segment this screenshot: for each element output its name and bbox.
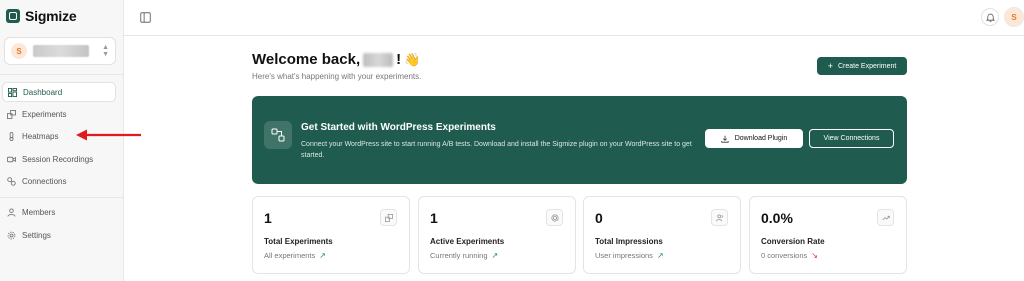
sidebar-item-label: Heatmaps xyxy=(22,131,59,141)
sidebar-item-settings[interactable]: Settings xyxy=(2,225,116,245)
user-avatar[interactable]: S xyxy=(1004,7,1024,27)
divider xyxy=(0,197,124,198)
stat-subtext-label: 0 conversions xyxy=(761,251,808,260)
stat-value: 1 xyxy=(264,210,272,226)
target-icon xyxy=(546,209,563,226)
page-title: Welcome back, ! 👋 xyxy=(252,51,420,68)
stat-label: Total Impressions xyxy=(595,237,663,246)
sidebar-item-label: Session Recordings xyxy=(22,154,94,164)
download-plugin-label: Download Plugin xyxy=(734,135,788,142)
panel-toggle-icon xyxy=(139,11,151,23)
welcome-text: Welcome back, xyxy=(252,51,361,68)
stat-card-total-experiments: 1 Total Experiments All experiments ↗ xyxy=(252,196,410,274)
bell-icon xyxy=(985,13,995,22)
divider xyxy=(0,74,124,75)
dashboard-icon xyxy=(8,87,17,97)
workspace-name-redacted xyxy=(33,45,89,57)
link-icon xyxy=(7,176,16,186)
wordpress-onboarding-banner: Get Started with WordPress Experiments C… xyxy=(252,96,907,184)
video-icon xyxy=(7,155,16,164)
stat-card-total-impressions: 0 Total Impressions User impressions ↗ xyxy=(583,196,741,274)
sidebar-item-label: Connections xyxy=(22,176,67,186)
stat-value: 1 xyxy=(430,210,438,226)
sigmize-logo-icon xyxy=(6,9,20,23)
experiments-icon xyxy=(7,109,16,119)
topbar: S xyxy=(124,0,1024,36)
sidebar-item-session-recordings[interactable]: Session Recordings xyxy=(2,149,116,169)
trend-up-icon: ↗ xyxy=(491,251,499,260)
create-experiment-button[interactable]: + Create Experiment xyxy=(817,57,907,75)
app: Sigmize S ▲ ▼ Dashboard Experiments Heatm… xyxy=(0,0,1024,281)
stat-subtext: 0 conversions ↘ xyxy=(761,251,818,260)
brand-name: Sigmize xyxy=(25,8,77,24)
stat-label: Conversion Rate xyxy=(761,237,825,246)
stat-value: 0 xyxy=(595,210,603,226)
annotation-arrow-icon xyxy=(76,129,141,141)
user-name-redacted xyxy=(363,52,394,67)
trending-icon xyxy=(877,209,894,226)
stat-label: Total Experiments xyxy=(264,237,333,246)
stat-label: Active Experiments xyxy=(430,237,505,246)
integration-icon xyxy=(264,121,292,149)
stat-card-conversion-rate: 0.0% Conversion Rate 0 conversions ↘ xyxy=(749,196,907,274)
sidebar-item-label: Dashboard xyxy=(23,87,63,97)
download-plugin-button[interactable]: Download Plugin xyxy=(705,129,803,148)
sidebar-item-label: Settings xyxy=(22,230,51,240)
experiments-icon xyxy=(380,209,397,226)
stat-subtext: Currently running ↗ xyxy=(430,251,498,260)
stat-subtext: User impressions ↗ xyxy=(595,251,664,260)
welcome-exclaim: ! xyxy=(396,51,402,68)
sidebar-item-connections[interactable]: Connections xyxy=(2,171,116,191)
sidebar-toggle-button[interactable] xyxy=(138,10,152,24)
download-icon xyxy=(721,135,729,143)
users-icon xyxy=(711,209,728,226)
create-experiment-label: Create Experiment xyxy=(837,62,897,70)
users-icon xyxy=(7,207,16,217)
thermometer-icon xyxy=(7,131,16,141)
stat-subtext-label: Currently running xyxy=(430,251,488,260)
trend-down-icon: ↘ xyxy=(811,251,818,260)
workspace-avatar: S xyxy=(11,43,27,59)
sidebar-item-experiments[interactable]: Experiments xyxy=(2,104,116,124)
view-connections-button[interactable]: View Connections xyxy=(809,129,894,148)
brand[interactable]: Sigmize xyxy=(6,8,77,24)
sidebar-item-label: Members xyxy=(22,207,56,217)
notifications-button[interactable] xyxy=(981,8,999,26)
trend-up-icon: ↗ xyxy=(656,251,664,260)
plus-icon: + xyxy=(827,60,833,71)
banner-title: Get Started with WordPress Experiments xyxy=(301,122,496,133)
banner-description: Connect your WordPress site to start run… xyxy=(301,141,692,159)
page-subtitle: Here's what's happening with your experi… xyxy=(252,72,422,81)
stat-value: 0.0% xyxy=(761,210,793,226)
trend-up-icon: ↗ xyxy=(319,251,326,260)
stat-subtext-label: All experiments xyxy=(264,251,316,260)
waving-hand-icon: 👋 xyxy=(404,51,421,67)
sidebar-item-dashboard[interactable]: Dashboard xyxy=(2,82,116,102)
gear-icon xyxy=(7,231,16,240)
chevron-updown-icon: ▲ ▼ xyxy=(102,44,109,58)
stat-subtext-label: User impressions xyxy=(595,251,653,260)
stat-subtext: All experiments ↗ xyxy=(264,251,326,260)
workspace-switcher[interactable]: S ▲ ▼ xyxy=(4,37,116,65)
sidebar-item-label: Experiments xyxy=(22,109,67,119)
stat-card-active-experiments: 1 Active Experiments Currently running ↗ xyxy=(418,196,576,274)
sidebar-item-members[interactable]: Members xyxy=(2,202,116,222)
